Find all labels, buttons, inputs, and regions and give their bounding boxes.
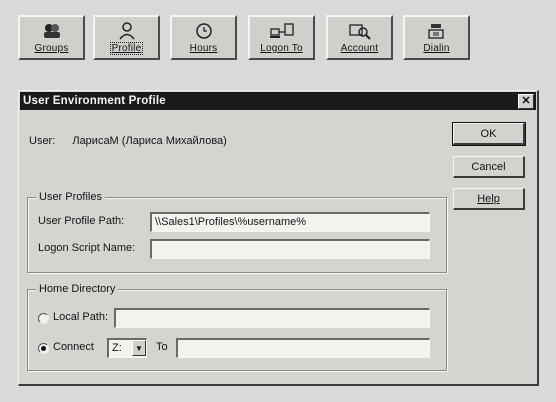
groups-icon <box>43 24 60 38</box>
profile-button-label: Profile <box>109 42 144 55</box>
local-path-radio[interactable] <box>38 313 49 324</box>
user-value: ЛарисаМ (Лариса Михайлова) <box>72 135 227 147</box>
home-directory-legend: Home Directory <box>36 283 119 295</box>
computers-icon <box>269 23 294 38</box>
close-icon[interactable]: ✕ <box>518 94 534 109</box>
account-button[interactable]: Account <box>326 15 393 60</box>
cancel-button[interactable]: Cancel <box>453 156 525 178</box>
logon-to-button-label: Logon To <box>260 43 303 54</box>
logon-script-name-label: Logon Script Name: <box>38 242 136 254</box>
logon-to-button[interactable]: Logon To <box>248 15 315 60</box>
dialog-title: User Environment Profile <box>23 95 166 107</box>
user-profile-path-label: User Profile Path: <box>38 215 125 227</box>
help-button[interactable]: Help <box>453 188 525 210</box>
drive-letter-value: Z: <box>112 342 122 354</box>
hours-button-label: Hours <box>189 43 218 54</box>
groups-button[interactable]: Groups <box>18 15 85 60</box>
user-environment-profile-dialog: User Environment Profile ✕ User: ЛарисаМ… <box>18 90 539 386</box>
dialin-button-label: Dialin <box>423 43 450 54</box>
logon-script-name-input[interactable] <box>150 239 430 259</box>
account-icon <box>348 24 371 40</box>
user-label: User: <box>29 135 56 147</box>
ok-button[interactable]: OK <box>452 122 526 146</box>
clock-icon <box>195 23 212 39</box>
user-profiles-group: User Profiles User Profile Path: \\Sales… <box>27 191 447 273</box>
user-row: User: ЛарисаМ (Лариса Михайлова) <box>29 135 227 147</box>
dialog-titlebar[interactable]: User Environment Profile ✕ <box>20 92 536 110</box>
phone-icon <box>427 24 444 39</box>
user-profiles-legend: User Profiles <box>36 191 105 203</box>
user-profile-path-input[interactable]: \\Sales1\Profiles\%username% <box>150 212 430 232</box>
hours-button[interactable]: Hours <box>170 15 237 60</box>
dialin-button[interactable]: Dialin <box>403 15 470 60</box>
groups-button-label: Groups <box>34 43 69 54</box>
profile-button[interactable]: Profile <box>93 15 160 60</box>
profile-icon <box>118 22 135 40</box>
user-properties-toolbar: Groups Profile Hours Logon To Account Di… <box>18 15 472 62</box>
home-directory-group: Home Directory Local Path: Connect Z: ▼ … <box>27 283 447 371</box>
local-path-label: Local Path: <box>53 311 109 323</box>
chevron-down-icon[interactable]: ▼ <box>132 340 146 356</box>
connect-radio[interactable] <box>38 343 49 354</box>
account-button-label: Account <box>340 43 379 54</box>
connect-to-input[interactable] <box>176 338 430 358</box>
local-path-input[interactable] <box>114 308 430 328</box>
drive-letter-select[interactable]: Z: ▼ <box>107 338 147 358</box>
to-label: To <box>156 341 168 353</box>
connect-label: Connect <box>53 341 94 353</box>
